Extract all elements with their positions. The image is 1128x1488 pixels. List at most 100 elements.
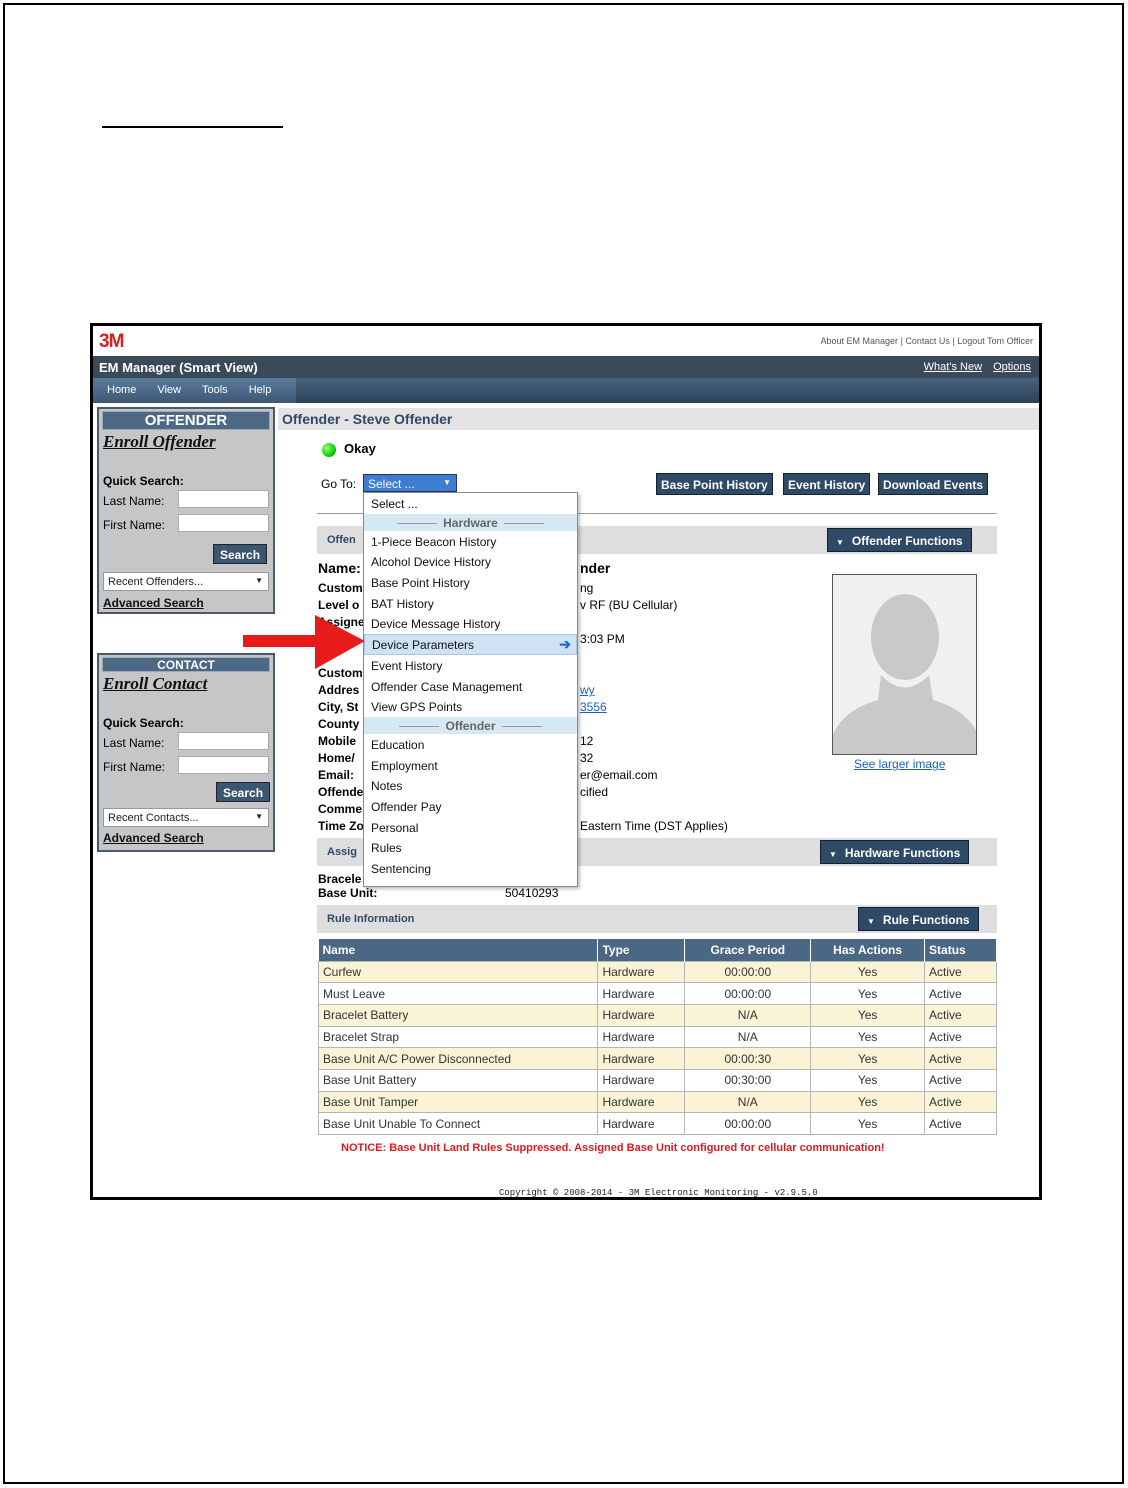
- rule-grace-cell: 00:00:00: [684, 1112, 812, 1135]
- see-larger-image-link[interactable]: See larger image: [854, 757, 945, 771]
- offender-first-name-input[interactable]: [178, 514, 269, 532]
- base-point-history-button[interactable]: Base Point History: [656, 473, 773, 495]
- contact-first-name-input[interactable]: [178, 756, 269, 774]
- address-label: Addres: [318, 683, 360, 697]
- rule-grace-cell: 00:00:30: [684, 1047, 812, 1070]
- red-callout-arrow-icon: [243, 615, 365, 669]
- column-header-type[interactable]: Type: [597, 939, 686, 961]
- mobile-value: 12: [580, 734, 594, 748]
- rule-status-cell: Active: [924, 1003, 997, 1027]
- rule-actions-cell: Yes: [810, 1047, 926, 1070]
- rule-grace-cell: N/A: [684, 1025, 812, 1049]
- options-link[interactable]: Options: [993, 361, 1031, 373]
- menu-item-alcohol-device-history[interactable]: Alcohol Device History: [364, 551, 577, 572]
- table-row[interactable]: Must Leave Hardware 00:00:00 Yes Active: [317, 982, 997, 1005]
- rule-section-bar: Rule Information ▼ Rule Functions: [317, 905, 997, 933]
- hardware-functions-label: Hardware Functions: [844, 846, 961, 860]
- rule-type-cell: Hardware: [597, 1047, 686, 1070]
- menu-item-employment[interactable]: Employment: [364, 755, 577, 776]
- offender-box: OFFENDER Enroll Offender Quick Search: L…: [97, 407, 275, 614]
- rule-type-cell: Hardware: [597, 1112, 686, 1135]
- rule-status-cell: Active: [924, 982, 997, 1005]
- menu-item-view-gps-points[interactable]: View GPS Points: [364, 696, 577, 717]
- menu-item-offender-case-management[interactable]: Offender Case Management: [364, 676, 577, 697]
- offender-search-button[interactable]: Search: [213, 544, 268, 564]
- menu-item-base-point-history[interactable]: Base Point History: [364, 572, 577, 593]
- menu-item-event-history[interactable]: Event History: [364, 655, 577, 676]
- column-header-status[interactable]: Status: [924, 939, 997, 961]
- rule-functions-button[interactable]: ▼ Rule Functions: [858, 907, 979, 931]
- table-row[interactable]: Bracelet Battery Hardware N/A Yes Active: [317, 1003, 997, 1027]
- rule-type-cell: Hardware: [597, 982, 686, 1005]
- menu-item-education[interactable]: Education: [364, 734, 577, 755]
- menu-item-offender-pay[interactable]: Offender Pay: [364, 796, 577, 817]
- menu-tools[interactable]: Tools: [202, 378, 228, 396]
- table-row[interactable]: Bracelet Strap Hardware N/A Yes Active: [317, 1025, 997, 1049]
- column-header-name[interactable]: Name: [318, 939, 599, 961]
- menu-group-hardware-label: Hardware: [443, 515, 498, 530]
- contact-us-link[interactable]: Contact Us: [905, 336, 950, 346]
- table-row[interactable]: Curfew Hardware 00:00:00 Yes Active: [317, 960, 997, 984]
- menu-help[interactable]: Help: [249, 378, 272, 396]
- comments-label: Comme: [318, 802, 363, 816]
- table-row[interactable]: Base Unit Unable To Connect Hardware 00:00…: [317, 1112, 997, 1135]
- menu-item-rules[interactable]: Rules: [364, 837, 577, 858]
- menu-item-notes[interactable]: Notes: [364, 775, 577, 796]
- recent-offenders-select[interactable]: Recent Offenders... ▼: [103, 572, 269, 591]
- whats-new-link[interactable]: What's New: [924, 361, 982, 373]
- rule-name-cell: Bracelet Battery: [317, 1003, 599, 1027]
- table-row[interactable]: Base Unit Battery Hardware 00:30:00 Yes Acti…: [317, 1068, 997, 1092]
- column-header-grace-period[interactable]: Grace Period: [684, 939, 812, 961]
- event-history-button[interactable]: Event History: [783, 473, 871, 495]
- enroll-contact-link[interactable]: Enroll Contact: [103, 674, 273, 694]
- menu-item-1-piece-beacon-history[interactable]: 1-Piece Beacon History: [364, 531, 577, 552]
- menu-item-select[interactable]: Select ...: [364, 493, 577, 514]
- goto-select[interactable]: Select ... ▼: [363, 474, 457, 492]
- base-unit-label: Base Unit:: [318, 886, 378, 900]
- recent-contacts-value: Recent Contacts...: [108, 812, 199, 824]
- menu-home[interactable]: Home: [107, 378, 136, 396]
- menu-item-sentencing[interactable]: Sentencing: [364, 858, 577, 879]
- download-events-button[interactable]: Download Events: [878, 473, 989, 495]
- hardware-functions-button[interactable]: ▼ Hardware Functions: [820, 840, 970, 864]
- contact-advanced-search-link[interactable]: Advanced Search: [103, 831, 204, 845]
- table-row[interactable]: Base Unit A/C Power Disconnected Hardware…: [317, 1047, 997, 1070]
- rule-status-cell: Active: [924, 1068, 997, 1092]
- menu-view[interactable]: View: [157, 378, 181, 396]
- offender-photo[interactable]: [832, 574, 977, 755]
- enroll-offender-link[interactable]: Enroll Offender: [103, 432, 273, 452]
- menu-item-bat-history[interactable]: BAT History: [364, 593, 577, 614]
- top-links: About EM Manager | Contact Us | Logout T…: [820, 336, 1033, 346]
- menu-item-personal[interactable]: Personal: [364, 817, 577, 838]
- contact-search-button[interactable]: Search: [216, 782, 271, 802]
- logout-link[interactable]: Logout Tom Officer: [957, 336, 1033, 346]
- address-link[interactable]: wy: [580, 683, 595, 697]
- title-bar: EM Manager (Smart View) What's New Optio…: [93, 356, 1039, 378]
- rule-name-cell: Must Leave: [317, 982, 599, 1005]
- status-ok-icon: [322, 443, 336, 457]
- level-value: v RF (BU Cellular): [580, 598, 678, 612]
- rule-grace-cell: N/A: [684, 1090, 812, 1114]
- column-header-has-actions[interactable]: Has Actions: [810, 939, 926, 961]
- first-name-row: First Name:: [103, 754, 273, 778]
- offender-last-name-input[interactable]: [178, 490, 269, 508]
- county-label: County: [318, 717, 360, 731]
- contact-last-name-input[interactable]: [178, 732, 269, 750]
- rule-grace-cell: 00:00:00: [684, 982, 812, 1005]
- city-link[interactable]: 3556: [580, 700, 607, 714]
- rule-actions-cell: Yes: [810, 1112, 926, 1135]
- about-link[interactable]: About EM Manager: [821, 336, 899, 346]
- customer-value: ng: [580, 581, 594, 595]
- table-row[interactable]: Base Unit Tamper Hardware N/A Yes Active: [317, 1090, 997, 1114]
- offender-functions-label: Offender Functions: [851, 534, 963, 548]
- rule-actions-cell: Yes: [810, 1090, 926, 1114]
- time-zone-label: Time Zo: [318, 819, 364, 833]
- rule-name-cell: Base Unit Unable To Connect: [317, 1112, 599, 1135]
- rule-name-cell: Bracelet Strap: [317, 1025, 599, 1049]
- offender-functions-button[interactable]: ▼ Offender Functions: [827, 528, 972, 552]
- rule-type-cell: Hardware: [597, 1003, 686, 1027]
- offender-advanced-search-link[interactable]: Advanced Search: [103, 596, 204, 610]
- menu-item-device-message-history[interactable]: Device Message History: [364, 613, 577, 634]
- recent-contacts-select[interactable]: Recent Contacts... ▼: [103, 808, 269, 827]
- menu-item-device-parameters[interactable]: Device Parameters ➔: [364, 634, 577, 655]
